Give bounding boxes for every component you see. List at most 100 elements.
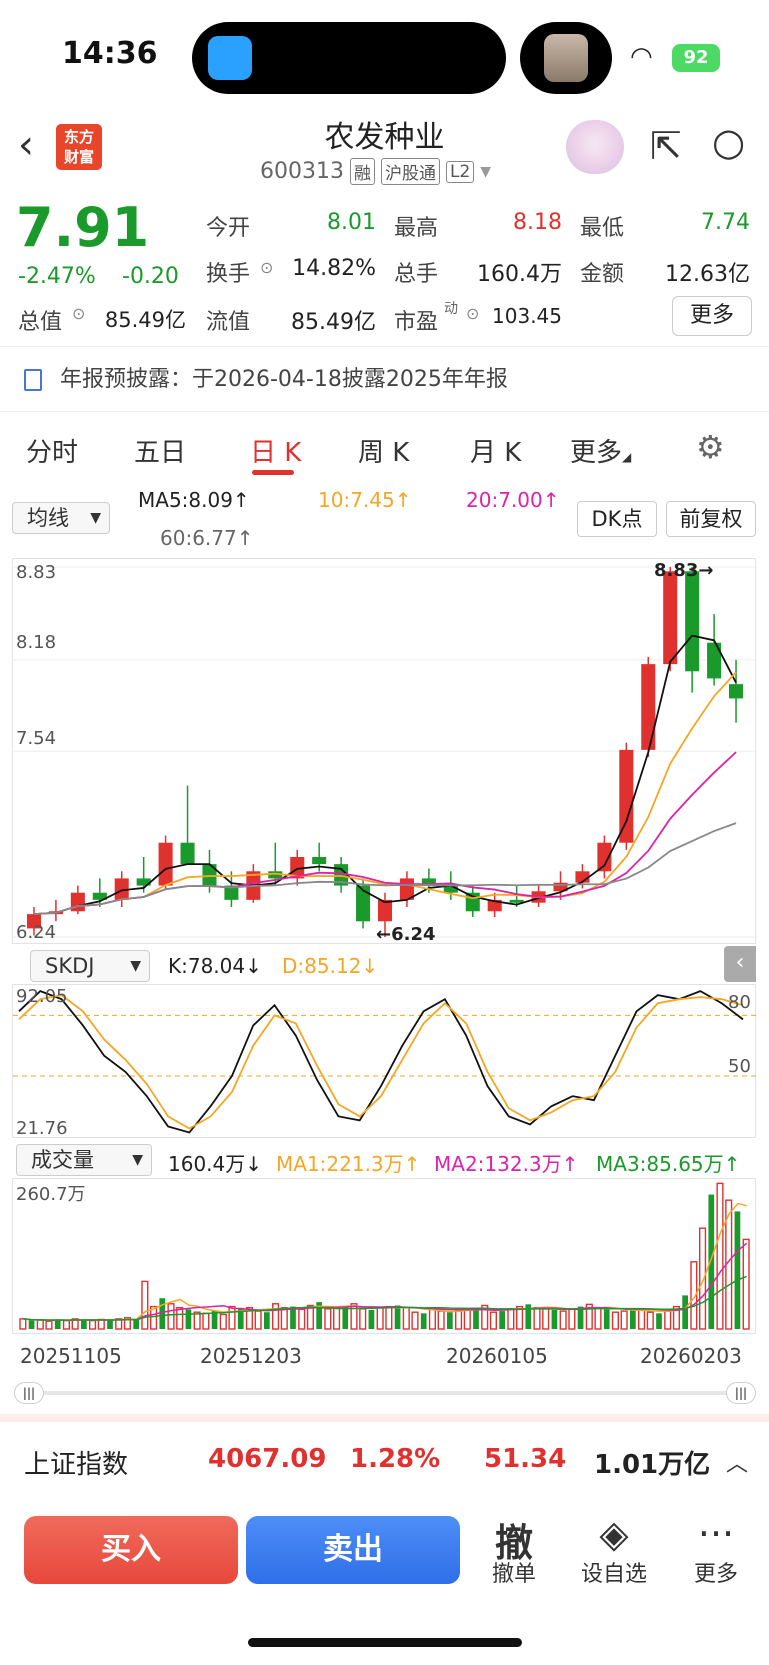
- volume-bar: [551, 1309, 558, 1329]
- kline-ylabel-2: 8.18: [16, 632, 57, 653]
- skdj-svg: [13, 990, 757, 1134]
- volume-bar: [455, 1309, 463, 1330]
- info-icon[interactable]: ⊙: [260, 258, 273, 277]
- tab-monthly-k[interactable]: 月 K: [470, 432, 521, 469]
- ma5-label: MA5:8.09↑: [138, 488, 250, 512]
- volume-chart[interactable]: [12, 1178, 756, 1334]
- volume-current: 160.4万↓: [168, 1152, 263, 1176]
- volume-bar: [350, 1303, 358, 1330]
- skdj-k-label: K:78.04↓: [168, 954, 262, 978]
- volume-bar: [402, 1307, 410, 1330]
- volume-bar: [342, 1306, 349, 1329]
- index-name: 上证指数: [24, 1450, 129, 1480]
- wifi-icon: ◠: [630, 42, 653, 72]
- volume-bar: [19, 1318, 27, 1330]
- volume-bar: [107, 1320, 113, 1329]
- volume-bar: [193, 1311, 201, 1330]
- scrollbar-track: [24, 1391, 744, 1395]
- skdj-select-label: SKDJ: [45, 954, 95, 978]
- more-button[interactable]: 更多: [672, 296, 752, 336]
- volume-bar: [62, 1319, 70, 1330]
- volume-bar: [603, 1309, 610, 1329]
- tab-more[interactable]: 更多◢: [570, 432, 631, 469]
- kline-ylabel-min: 6.24: [16, 922, 57, 943]
- index-value: 4067.09: [208, 1444, 327, 1474]
- volume-bar: [630, 1309, 636, 1329]
- volume-bar: [141, 1280, 149, 1330]
- volume-bar: [280, 1307, 288, 1330]
- indicator-select-ma[interactable]: 均线 ▼: [12, 502, 110, 534]
- chevron-up-icon[interactable]: ︿: [726, 1446, 748, 1478]
- candle-body: [158, 842, 173, 886]
- volume-bar: [81, 1320, 87, 1329]
- skdj-chart[interactable]: [12, 984, 757, 1138]
- index-amount: 1.01万亿: [594, 1450, 711, 1480]
- open-value: 8.01: [327, 210, 376, 235]
- collapse-panel-icon[interactable]: ‹: [724, 946, 756, 982]
- buy-button[interactable]: 买入: [24, 1516, 238, 1584]
- volume-bar: [507, 1308, 515, 1330]
- volume-label: 总手: [394, 262, 439, 287]
- tab-five-day[interactable]: 五日: [134, 432, 186, 469]
- notice-bar[interactable]: 年报预披露：于2026-04-18披露2025年年报: [0, 346, 769, 412]
- gear-icon[interactable]: ⚙: [696, 428, 725, 466]
- more-actions-button[interactable]: ··· 更多: [684, 1512, 748, 1588]
- x-label-3: 20260105: [446, 1344, 548, 1368]
- dk-points-button[interactable]: DK点: [577, 501, 657, 537]
- tab-more-label: 更多: [570, 438, 623, 468]
- kline-ylabel-max: 8.83: [16, 562, 57, 583]
- change-value: -0.20: [122, 264, 179, 289]
- add-watchlist-button[interactable]: ◈ 设自选: [576, 1512, 652, 1588]
- indicator-select-volume[interactable]: 成交量 ▼: [16, 1144, 152, 1176]
- volume-ma1: MA1:221.3万↑: [276, 1152, 421, 1176]
- cancel-order-button[interactable]: 撤 撤单: [482, 1512, 546, 1588]
- volume-bar: [742, 1238, 750, 1330]
- tab-intraday[interactable]: 分时: [26, 432, 78, 469]
- scrollbar-left-handle[interactable]: |||: [14, 1382, 44, 1404]
- tab-weekly-k[interactable]: 周 K: [358, 432, 409, 469]
- share-icon[interactable]: ⇱: [650, 124, 682, 168]
- stock-code-row[interactable]: 600313 融 沪股通 L2 ▼: [260, 158, 491, 185]
- dropdown-arrow-icon: ▼: [90, 510, 101, 526]
- info-icon[interactable]: ⊙: [72, 304, 85, 323]
- candle-body: [663, 571, 678, 665]
- volume-ylabel-max: 260.7万: [16, 1184, 86, 1205]
- media-thumbnail: [544, 34, 588, 82]
- volume-select-label: 成交量: [31, 1148, 94, 1172]
- volume-bar: [463, 1308, 471, 1330]
- qq-app-icon: [208, 36, 252, 80]
- indicator-select-skdj[interactable]: SKDJ ▼: [30, 950, 150, 982]
- tab-daily-k[interactable]: 日 K: [250, 432, 301, 469]
- volume-bar: [611, 1311, 619, 1330]
- dk-label: DK点: [591, 507, 643, 531]
- volume-bar: [594, 1307, 602, 1330]
- chevron-down-icon: ▼: [480, 163, 492, 180]
- volume-bar: [708, 1194, 715, 1329]
- info-icon[interactable]: ⊙: [466, 304, 479, 323]
- volume-bar: [97, 1318, 105, 1330]
- ai-assistant-icon[interactable]: [566, 120, 624, 174]
- volume-bar: [385, 1305, 393, 1330]
- x-label-1: 20251105: [20, 1344, 122, 1368]
- search-icon[interactable]: ○: [712, 120, 745, 164]
- skdj-ylabel-min: 21.76: [16, 1118, 68, 1139]
- pe-label: 市盈: [394, 310, 439, 335]
- scrollbar-right-handle[interactable]: |||: [726, 1382, 756, 1404]
- turnover-value: 14.82%: [292, 256, 376, 281]
- low-value: 7.74: [701, 210, 750, 235]
- cancel-order-label: 撤单: [491, 1562, 536, 1587]
- volume-bar: [167, 1303, 175, 1330]
- notice-text: 年报预披露：于2026-04-18披露2025年年报: [60, 367, 508, 392]
- kline-chart[interactable]: [12, 558, 757, 944]
- index-change: 51.34: [484, 1444, 567, 1474]
- sell-button[interactable]: 卖出: [246, 1516, 460, 1584]
- more-actions-label: 更多: [693, 1562, 738, 1587]
- volume-ma2: MA2:132.3万↑: [434, 1152, 579, 1176]
- index-ticker-bar[interactable]: 上证指数 4067.09 1.28% 51.34 1.01万亿 ︿: [0, 1414, 769, 1504]
- volume-value: 160.4万: [477, 262, 562, 287]
- adjust-button[interactable]: 前复权: [666, 501, 756, 537]
- battery-icon: 92: [672, 44, 720, 72]
- volume-bar: [272, 1303, 280, 1330]
- tag-connect: 沪股通: [380, 158, 440, 185]
- range-scrollbar[interactable]: ||| |||: [14, 1382, 756, 1404]
